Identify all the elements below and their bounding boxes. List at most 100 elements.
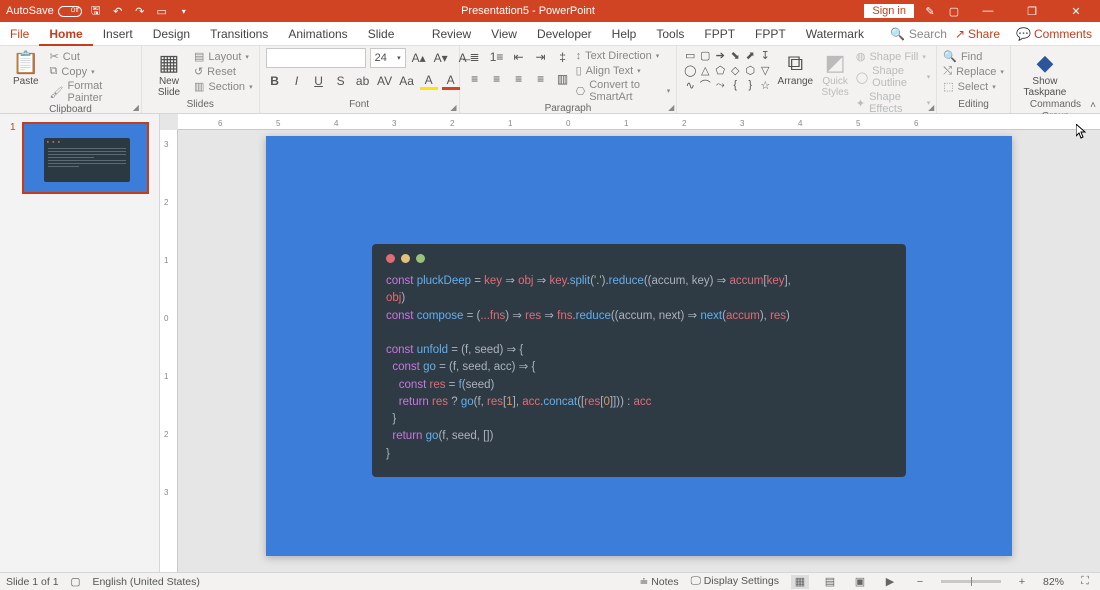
code-block[interactable]: const pluckDeep = key ⇒ obj ⇒ key.split(… [372, 244, 906, 477]
share-button[interactable]: ↗Share [947, 27, 1008, 41]
tab-fppt-1[interactable]: FPPT [694, 22, 745, 46]
select-button[interactable]: ⬚Select▾ [943, 80, 1004, 93]
clipboard-dialog-launcher[interactable]: ◢ [133, 103, 139, 112]
tab-tools[interactable]: Tools [646, 22, 694, 46]
font-dialog-launcher[interactable]: ◢ [450, 103, 456, 112]
collapse-ribbon-button[interactable]: ˄ [1090, 100, 1096, 111]
reset-button[interactable]: ↺Reset [194, 65, 253, 78]
tell-me-search[interactable]: 🔍 Search [890, 27, 947, 41]
zoom-out-button[interactable]: − [911, 575, 929, 589]
strike-button[interactable]: S [332, 72, 350, 90]
font-color-button[interactable]: A [442, 72, 460, 90]
zoom-level[interactable]: 82% [1043, 576, 1064, 588]
slideshow-view-button[interactable]: ▶ [881, 575, 899, 589]
spellcheck-icon[interactable]: ▢ [71, 576, 81, 588]
font-family-input[interactable] [266, 48, 366, 68]
status-language[interactable]: English (United States) [92, 576, 199, 588]
quick-styles-button[interactable]: ◩ Quick Styles [818, 48, 851, 98]
shape-outline-button[interactable]: ◯Shape Outline▾ [856, 65, 930, 89]
section-button[interactable]: ▥Section▾ [194, 80, 253, 93]
shape-effects-icon: ✦ [856, 97, 865, 110]
close-button[interactable]: ✕ [1058, 0, 1094, 22]
bold-button[interactable]: B [266, 72, 284, 90]
slide-1[interactable]: const pluckDeep = key ⇒ obj ⇒ key.split(… [266, 136, 1012, 556]
tab-review[interactable]: Review [422, 22, 481, 46]
slide-sorter-button[interactable]: ▤ [821, 575, 839, 589]
line-spacing-button[interactable]: ‡ [554, 48, 572, 66]
text-direction-button[interactable]: ↕Text Direction▾ [576, 50, 671, 62]
zoom-slider[interactable] [941, 580, 1001, 583]
align-left-button[interactable]: ≡ [466, 70, 484, 88]
undo-icon[interactable]: ↶ [110, 3, 126, 19]
reading-view-button[interactable]: ▣ [851, 575, 869, 589]
align-center-button[interactable]: ≡ [488, 70, 506, 88]
numbering-button[interactable]: 1≡ [488, 48, 506, 66]
slide-viewport[interactable]: const pluckDeep = key ⇒ obj ⇒ key.split(… [178, 130, 1100, 572]
cut-button[interactable]: ✂Cut [50, 50, 135, 63]
redo-icon[interactable]: ↷ [132, 3, 148, 19]
select-icon: ⬚ [943, 80, 953, 93]
increase-indent-button[interactable]: ⇥ [532, 48, 550, 66]
shapes-gallery[interactable]: ▭▢➔⬊⬈↧ ◯△⬠◇⬡▽ ∿⌒⤳{}☆ [683, 48, 772, 92]
paragraph-dialog-launcher[interactable]: ◢ [668, 103, 674, 112]
tab-fppt-2[interactable]: FPPT [745, 22, 796, 46]
tab-slideshow[interactable]: Slide Show [358, 22, 422, 46]
tab-transitions[interactable]: Transitions [200, 22, 278, 46]
layout-button[interactable]: ▤Layout▾ [194, 50, 253, 63]
char-spacing-button[interactable]: AV [376, 72, 394, 90]
arrange-button[interactable]: ⧉ Arrange [776, 48, 814, 87]
normal-view-button[interactable]: ▦ [791, 575, 809, 589]
zoom-in-button[interactable]: + [1013, 575, 1031, 589]
shadow-button[interactable]: ab [354, 72, 372, 90]
smartart-button[interactable]: ⎔Convert to SmartArt▾ [576, 79, 671, 103]
highlight-button[interactable]: A [420, 72, 438, 90]
font-size-input[interactable]: 24▾ [370, 48, 406, 68]
align-text-button[interactable]: ▯Align Text▾ [576, 64, 671, 77]
replace-button[interactable]: ⤭Replace▾ [943, 65, 1004, 78]
shape-fill-button[interactable]: ◍Shape Fill▾ [856, 50, 930, 63]
tab-view[interactable]: View [481, 22, 527, 46]
underline-button[interactable]: U [310, 72, 328, 90]
copy-button[interactable]: ⧉Copy▾ [50, 65, 135, 78]
qat-more-icon[interactable]: ▾ [176, 3, 192, 19]
tab-insert[interactable]: Insert [93, 22, 143, 46]
find-button[interactable]: 🔍Find [943, 50, 1004, 63]
shrink-font-icon[interactable]: A▾ [432, 49, 450, 67]
display-settings-button[interactable]: 🖵 Display Settings [691, 575, 779, 588]
tab-home[interactable]: Home [39, 22, 92, 46]
paste-button[interactable]: 📋 Paste [6, 48, 46, 87]
new-slide-button[interactable]: ▦ New Slide [148, 48, 190, 98]
drawing-dialog-launcher[interactable]: ◢ [928, 103, 934, 112]
tab-animations[interactable]: Animations [278, 22, 357, 46]
format-painter-button[interactable]: 🖌Format Painter [50, 80, 135, 104]
grow-font-icon[interactable]: A▴ [410, 49, 428, 67]
status-slide-count[interactable]: Slide 1 of 1 [6, 576, 59, 588]
slide-thumbnails-panel[interactable]: 1 [0, 114, 160, 572]
notes-button[interactable]: ≐ Notes [639, 576, 678, 588]
comments-button[interactable]: 💬Comments [1008, 27, 1100, 41]
tab-file[interactable]: File [0, 22, 39, 46]
coming-soon-icon[interactable]: ✎ [922, 3, 938, 19]
signin-button[interactable]: Sign in [864, 4, 914, 18]
maximize-button[interactable]: ❐ [1014, 0, 1050, 22]
show-taskpane-button[interactable]: ◆ Show Taskpane [1017, 48, 1073, 98]
save-icon[interactable]: 🖫 [88, 3, 104, 19]
slide-thumbnail-1[interactable] [22, 122, 149, 194]
decrease-indent-button[interactable]: ⇤ [510, 48, 528, 66]
autosave-toggle[interactable]: AutoSave Off [6, 5, 82, 17]
start-slideshow-icon[interactable]: ▭ [154, 3, 170, 19]
tab-design[interactable]: Design [143, 22, 200, 46]
tab-developer[interactable]: Developer [527, 22, 602, 46]
italic-button[interactable]: I [288, 72, 306, 90]
shape-effects-button[interactable]: ✦Shape Effects▾ [856, 91, 930, 115]
tab-watermark[interactable]: Watermark [796, 22, 874, 46]
change-case-button[interactable]: Aa [398, 72, 416, 90]
fit-to-window-button[interactable]: ⛶ [1076, 575, 1094, 589]
minimize-button[interactable]: — [970, 0, 1006, 22]
justify-button[interactable]: ≡ [532, 70, 550, 88]
bullets-button[interactable]: ≣ [466, 48, 484, 66]
align-right-button[interactable]: ≡ [510, 70, 528, 88]
ribbon-display-icon[interactable]: ▢ [946, 3, 962, 19]
columns-button[interactable]: ▥ [554, 70, 572, 88]
tab-help[interactable]: Help [602, 22, 647, 46]
